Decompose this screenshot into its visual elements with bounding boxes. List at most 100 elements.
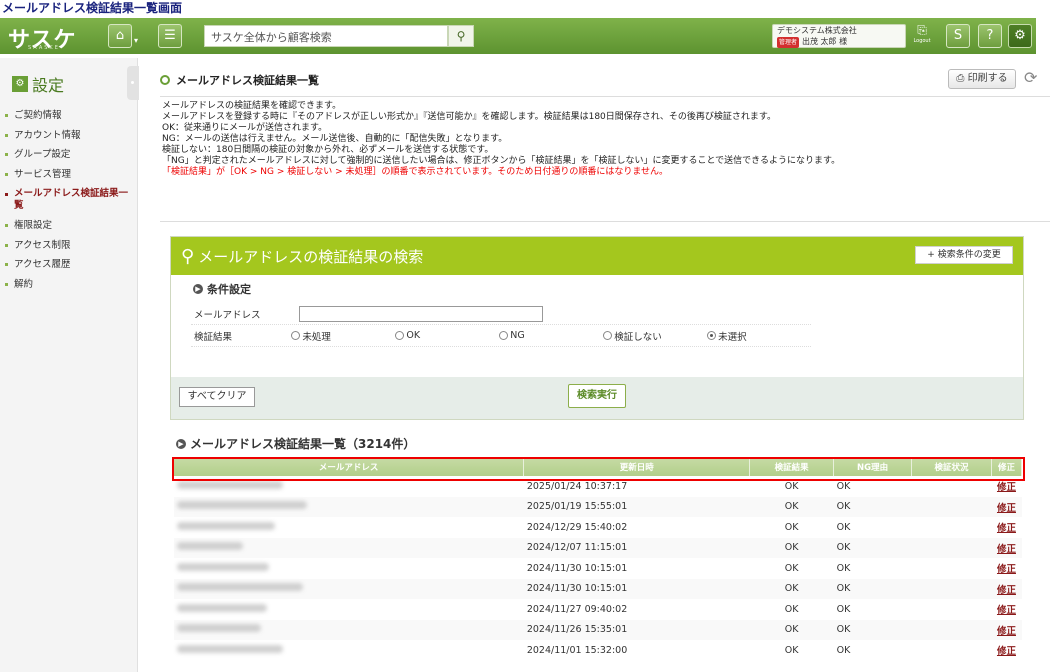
fix-cell: 修正 [991, 558, 1021, 579]
email-cell [174, 640, 524, 661]
home-icon[interactable]: ⌂ [108, 24, 132, 48]
sidebar-item-access-history[interactable]: アクセス履歴 [4, 255, 128, 275]
blurred-email [177, 583, 303, 592]
blurred-email [177, 480, 283, 489]
result-row: 検証結果 未処理 OK NG 検証しない 未選択 [191, 325, 811, 347]
magnifier-icon: ⚲ [181, 245, 195, 267]
radio-dot[interactable] [603, 331, 613, 340]
s-help-icon[interactable]: S [946, 24, 970, 48]
col-result[interactable]: 検証結果 [749, 458, 835, 476]
admin-badge: 管理者 [777, 37, 800, 48]
result-cell: OK [784, 521, 799, 533]
email-input[interactable] [299, 305, 543, 322]
radio-no-verify[interactable]: 検証しない [603, 329, 707, 343]
fix-cell: 修正 [991, 619, 1022, 640]
sidebar-item-permission[interactable]: 権限設定 [4, 216, 128, 236]
sidebar-item-group[interactable]: グループ設定 [4, 145, 128, 165]
print-button[interactable]: ⎙ 印刷する [948, 69, 1016, 89]
blurred-email [177, 542, 243, 551]
description-panel: メールアドレスの検証結果を確認できます。 メールアドレスを登録する時に『そのアド… [160, 96, 1050, 222]
results-table: メールアドレス 更新日時 検証結果 NG理由 検証状況 修正 2025/01/2… [174, 458, 1023, 661]
email-cell [174, 558, 524, 579]
fix-link[interactable]: 修正 [997, 482, 1016, 493]
ng-reason-cell: OK [836, 480, 851, 492]
col-email[interactable]: メールアドレス [174, 458, 525, 476]
fix-link[interactable]: 修正 [997, 626, 1016, 637]
sidebar-item-access-limit[interactable]: アクセス制限 [4, 236, 128, 256]
sidebar-item-contract[interactable]: ご契約情報 [4, 106, 128, 126]
email-label: メールアドレス [194, 309, 261, 321]
search-execute-button[interactable]: 検索実行 [568, 384, 626, 408]
search-icon[interactable]: ⚲ [448, 25, 474, 47]
radio-ng[interactable]: NG [499, 330, 603, 341]
refresh-icon[interactable]: ⟳ [1024, 68, 1037, 87]
condition-title: ▶ 条件設定 [193, 281, 251, 297]
fix-link[interactable]: 修正 [997, 605, 1016, 616]
sidebar-item-account[interactable]: アカウント情報 [4, 126, 128, 146]
sidebar-title: ⚙ 設定 [12, 72, 64, 96]
page-title: メールアドレス検証結果一覧 [160, 72, 319, 88]
search-panel-footer: すべてクリア 検索実行 [171, 377, 1023, 419]
fix-cell: 修正 [991, 599, 1021, 620]
radio-dot[interactable] [291, 331, 301, 340]
clear-all-button[interactable]: すべてクリア [179, 387, 255, 407]
fix-link[interactable]: 修正 [997, 564, 1016, 575]
updated-cell: 2024/11/26 15:35:01 [523, 619, 750, 640]
fix-link[interactable]: 修正 [997, 544, 1016, 555]
ng-reason-cell: OK [833, 619, 912, 640]
sidebar-item-cancel[interactable]: 解約 [4, 275, 128, 295]
user-name: 出茂 太郎 様 [802, 37, 848, 46]
col-updated[interactable]: 更新日時 [523, 458, 751, 476]
gear-icon[interactable]: ⚙ [1008, 24, 1032, 48]
user-info: デモシステム株式会社 管理者 出茂 太郎 様 [772, 24, 906, 48]
table-row: 2024/11/01 15:32:00 OK OK 修正 [174, 640, 1022, 661]
radio-dot[interactable] [499, 331, 509, 340]
result-cell: OK [749, 578, 834, 599]
email-row: メールアドレス [191, 303, 811, 325]
ng-reason-cell: OK [833, 537, 912, 558]
fix-link[interactable]: 修正 [997, 646, 1016, 657]
radio-unprocessed[interactable]: 未処理 [291, 329, 395, 343]
table-row: 2024/11/30 10:15:01 OK OK 修正 [174, 578, 1022, 599]
status-cell [912, 599, 992, 620]
blurred-email [177, 562, 269, 571]
ng-reason-cell: OK [833, 496, 912, 517]
screen-caption: メールアドレス検証結果一覧画面 [2, 1, 183, 15]
question-icon[interactable]: ? [978, 24, 1002, 48]
fix-link[interactable]: 修正 [997, 523, 1016, 534]
status-cell [911, 619, 992, 640]
change-condition-button[interactable]: + 検索条件の変更 [915, 246, 1013, 264]
col-status[interactable]: 検証状況 [911, 458, 992, 476]
table-row: 2024/12/29 15:40:02 OK OK 修正 [174, 517, 1022, 538]
fix-link[interactable]: 修正 [997, 503, 1016, 514]
desc-line: OK：従来通りにメールが送信されます。 [162, 123, 328, 133]
search-panel: ⚲ メールアドレスの検証結果の検索 + 検索条件の変更 ▶ 条件設定 メールアドレ… [170, 236, 1024, 420]
radio-dot[interactable] [395, 331, 405, 340]
sidebar-item-service[interactable]: サービス管理 [4, 165, 128, 185]
radio-dot-selected[interactable] [707, 331, 717, 340]
updated-cell: 2025/01/19 15:55:01 [523, 496, 750, 517]
status-cell [911, 578, 992, 599]
updated-cell: 2024/11/30 10:15:01 [523, 578, 750, 599]
sidebar-collapse-handle[interactable] [127, 66, 139, 100]
company-name: デモシステム株式会社 [777, 26, 857, 35]
col-ng-reason[interactable]: NG理由 [833, 458, 913, 476]
fix-link[interactable]: 修正 [997, 585, 1016, 596]
logo-subtitle: SAASKE [28, 45, 60, 51]
list-icon[interactable]: ☰ [158, 24, 182, 48]
arrow-circle-icon: ▶ [193, 284, 203, 294]
home-dropdown-chevron-icon[interactable]: ▾ [134, 36, 138, 45]
search-panel-header: ⚲ メールアドレスの検証結果の検索 + 検索条件の変更 [171, 237, 1023, 275]
updated-cell: 2024/11/27 09:40:02 [526, 603, 628, 615]
email-cell [174, 619, 524, 640]
desc-line: 検証しない：180日間隔の検証の対象から外れ、必ずメールを送信する状態です。 [162, 145, 494, 155]
customer-search-input[interactable]: サスケ全体から顧客検索 [204, 25, 448, 47]
blurred-email [177, 521, 275, 530]
status-cell [912, 517, 992, 538]
result-cell: OK [749, 537, 834, 558]
radio-unselected[interactable]: 未選択 [707, 329, 811, 343]
status-cell [912, 476, 992, 497]
logout-button[interactable]: ⎘ Logout [910, 23, 934, 49]
radio-ok[interactable]: OK [395, 330, 499, 341]
sidebar-item-email-verification[interactable]: メールアドレス検証結果一覧 [4, 184, 128, 216]
